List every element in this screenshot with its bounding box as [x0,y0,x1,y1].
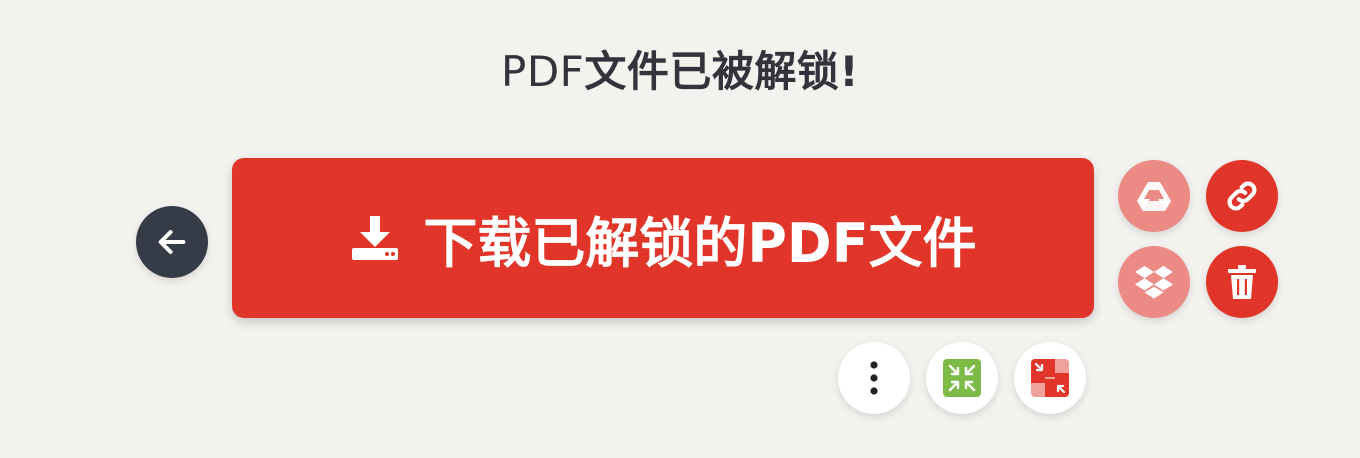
merge-pdf-button[interactable] [1014,342,1086,414]
save-to-dropbox-button[interactable] [1118,246,1190,318]
page-title: PDF文件已被解锁! [0,38,1360,99]
trash-icon [1228,265,1256,299]
more-options-button[interactable] [838,342,910,414]
more-vertical-icon [870,361,878,395]
dropbox-icon [1135,265,1173,299]
delete-button[interactable] [1206,246,1278,318]
merge-icon [1031,359,1069,397]
compress-icon [943,359,981,397]
download-button-label: 下载已解锁的PDF文件 [423,211,977,275]
download-icon [352,216,399,260]
link-icon [1227,181,1257,211]
arrow-left-icon [158,230,186,254]
page-title-main: 文件已被解锁! [584,47,859,96]
download-button[interactable]: 下载已解锁的PDF文件 [232,158,1094,318]
compress-pdf-button[interactable] [926,342,998,414]
back-button[interactable] [136,206,208,278]
google-drive-icon [1137,182,1171,211]
copy-link-button[interactable] [1206,160,1278,232]
page-title-prefix: PDF [501,47,585,96]
save-to-google-drive-button[interactable] [1118,160,1190,232]
